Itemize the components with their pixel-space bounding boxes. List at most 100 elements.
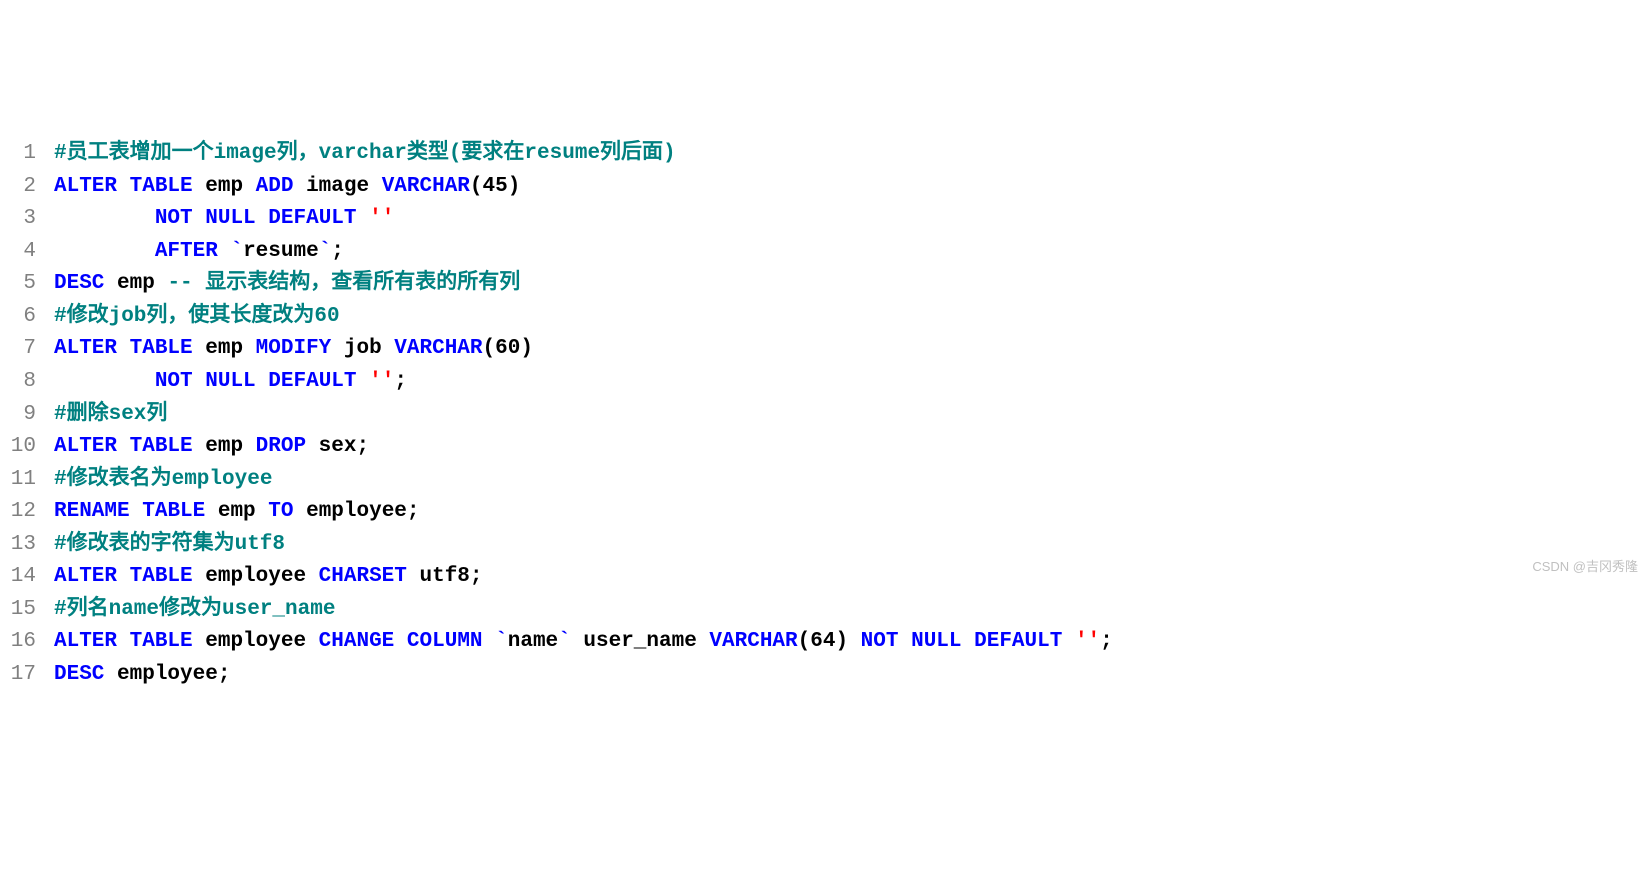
code-content[interactable]: ALTER TABLE employee CHARSET utf8;: [54, 561, 1648, 594]
code-line[interactable]: 6#修改job列，使其长度改为60: [0, 301, 1648, 334]
code-content[interactable]: DESC employee;: [54, 659, 1648, 692]
token-kw: NULL: [911, 630, 961, 653]
token-kw: DROP: [256, 435, 306, 458]
token-bk: `: [495, 630, 508, 653]
token-txt: [483, 630, 496, 653]
token-cmt: #修改表的字符集为utf8: [54, 533, 285, 556]
token-cmt: #列名name修改为user_name: [54, 598, 335, 621]
token-txt: ): [835, 630, 860, 653]
line-number: 3: [0, 203, 54, 236]
code-content[interactable]: ALTER TABLE emp ADD image VARCHAR(45): [54, 171, 1648, 204]
code-content[interactable]: #修改表名为employee: [54, 464, 1648, 497]
token-txt: emp: [104, 272, 167, 295]
code-line[interactable]: 15#列名name修改为user_name: [0, 594, 1648, 627]
token-txt: emp: [193, 435, 256, 458]
code-content[interactable]: NOT NULL DEFAULT '';: [54, 366, 1648, 399]
code-content[interactable]: ALTER TABLE employee CHANGE COLUMN `name…: [54, 626, 1648, 659]
token-txt: [117, 175, 130, 198]
line-number: 6: [0, 301, 54, 334]
code-editor: 1#员工表增加一个image列，varchar类型(要求在resume列后面)2…: [0, 138, 1648, 691]
code-line[interactable]: 1#员工表增加一个image列，varchar类型(要求在resume列后面): [0, 138, 1648, 171]
token-kw: TO: [268, 500, 293, 523]
token-txt: job: [331, 337, 394, 360]
token-txt: ;: [1100, 630, 1113, 653]
token-txt: image: [293, 175, 381, 198]
token-kw: COLUMN: [407, 630, 483, 653]
code-line[interactable]: 11#修改表名为employee: [0, 464, 1648, 497]
code-content[interactable]: ALTER TABLE emp DROP sex;: [54, 431, 1648, 464]
token-kw: VARCHAR: [709, 630, 797, 653]
token-txt: [394, 630, 407, 653]
code-line[interactable]: 2ALTER TABLE emp ADD image VARCHAR(45): [0, 171, 1648, 204]
code-content[interactable]: NOT NULL DEFAULT '': [54, 203, 1648, 236]
token-num: 60: [495, 337, 520, 360]
token-kw: NOT: [155, 207, 193, 230]
token-txt: emp: [193, 337, 256, 360]
code-line[interactable]: 14ALTER TABLE employee CHARSET utf8;: [0, 561, 1648, 594]
token-kw: NULL: [205, 370, 255, 393]
token-kw: TABLE: [130, 337, 193, 360]
token-txt: [962, 630, 975, 653]
code-content[interactable]: #列名name修改为user_name: [54, 594, 1648, 627]
code-content[interactable]: #员工表增加一个image列，varchar类型(要求在resume列后面): [54, 138, 1648, 171]
code-line[interactable]: 7ALTER TABLE emp MODIFY job VARCHAR(60): [0, 333, 1648, 366]
token-kw: AFTER: [155, 240, 218, 263]
code-line[interactable]: 5DESC emp -- 显示表结构，查看所有表的所有列: [0, 268, 1648, 301]
line-number: 13: [0, 529, 54, 562]
code-line[interactable]: 16ALTER TABLE employee CHANGE COLUMN `na…: [0, 626, 1648, 659]
line-number: 8: [0, 366, 54, 399]
token-str: '': [369, 207, 394, 230]
token-cmt: #修改表名为employee: [54, 468, 272, 491]
token-kw: TABLE: [142, 500, 205, 523]
token-txt: employee;: [104, 663, 230, 686]
token-kw: ALTER: [54, 175, 117, 198]
code-line[interactable]: 17DESC employee;: [0, 659, 1648, 692]
token-kw: VARCHAR: [382, 175, 470, 198]
token-cmt: #修改job列，使其长度改为60: [54, 305, 340, 328]
token-kw: DESC: [54, 663, 104, 686]
code-line[interactable]: 3 NOT NULL DEFAULT '': [0, 203, 1648, 236]
code-content[interactable]: ALTER TABLE emp MODIFY job VARCHAR(60): [54, 333, 1648, 366]
line-number: 7: [0, 333, 54, 366]
token-kw: DESC: [54, 272, 104, 295]
code-line[interactable]: 8 NOT NULL DEFAULT '';: [0, 366, 1648, 399]
code-line[interactable]: 12RENAME TABLE emp TO employee;: [0, 496, 1648, 529]
code-content[interactable]: #修改job列，使其长度改为60: [54, 301, 1648, 334]
line-number: 16: [0, 626, 54, 659]
code-line[interactable]: 9#删除sex列: [0, 399, 1648, 432]
token-txt: [357, 370, 370, 393]
token-kw: TABLE: [130, 565, 193, 588]
token-txt: [117, 435, 130, 458]
token-txt: [256, 370, 269, 393]
code-line[interactable]: 4 AFTER `resume`;: [0, 236, 1648, 269]
token-txt: [193, 207, 206, 230]
line-number: 14: [0, 561, 54, 594]
token-txt: [898, 630, 911, 653]
token-kw: DEFAULT: [268, 370, 356, 393]
watermark: CSDN @吉冈秀隆: [1532, 557, 1638, 577]
token-txt: ): [508, 175, 521, 198]
token-txt: [1062, 630, 1075, 653]
code-line[interactable]: 10ALTER TABLE emp DROP sex;: [0, 431, 1648, 464]
code-content[interactable]: DESC emp -- 显示表结构，查看所有表的所有列: [54, 268, 1648, 301]
token-txt: [117, 630, 130, 653]
line-number: 2: [0, 171, 54, 204]
token-txt: employee: [193, 565, 319, 588]
token-kw: TABLE: [130, 630, 193, 653]
token-txt: (: [470, 175, 483, 198]
token-txt: resume: [243, 240, 319, 263]
token-txt: [256, 207, 269, 230]
token-kw: RENAME: [54, 500, 130, 523]
token-txt: [218, 240, 231, 263]
token-str: '': [1075, 630, 1100, 653]
code-content[interactable]: #删除sex列: [54, 399, 1648, 432]
token-bk: `: [319, 240, 332, 263]
code-line[interactable]: 13#修改表的字符集为utf8: [0, 529, 1648, 562]
code-content[interactable]: #修改表的字符集为utf8: [54, 529, 1648, 562]
token-kw: CHANGE: [319, 630, 395, 653]
code-content[interactable]: AFTER `resume`;: [54, 236, 1648, 269]
token-txt: emp: [205, 500, 268, 523]
token-kw: CHARSET: [319, 565, 407, 588]
token-txt: [193, 370, 206, 393]
code-content[interactable]: RENAME TABLE emp TO employee;: [54, 496, 1648, 529]
